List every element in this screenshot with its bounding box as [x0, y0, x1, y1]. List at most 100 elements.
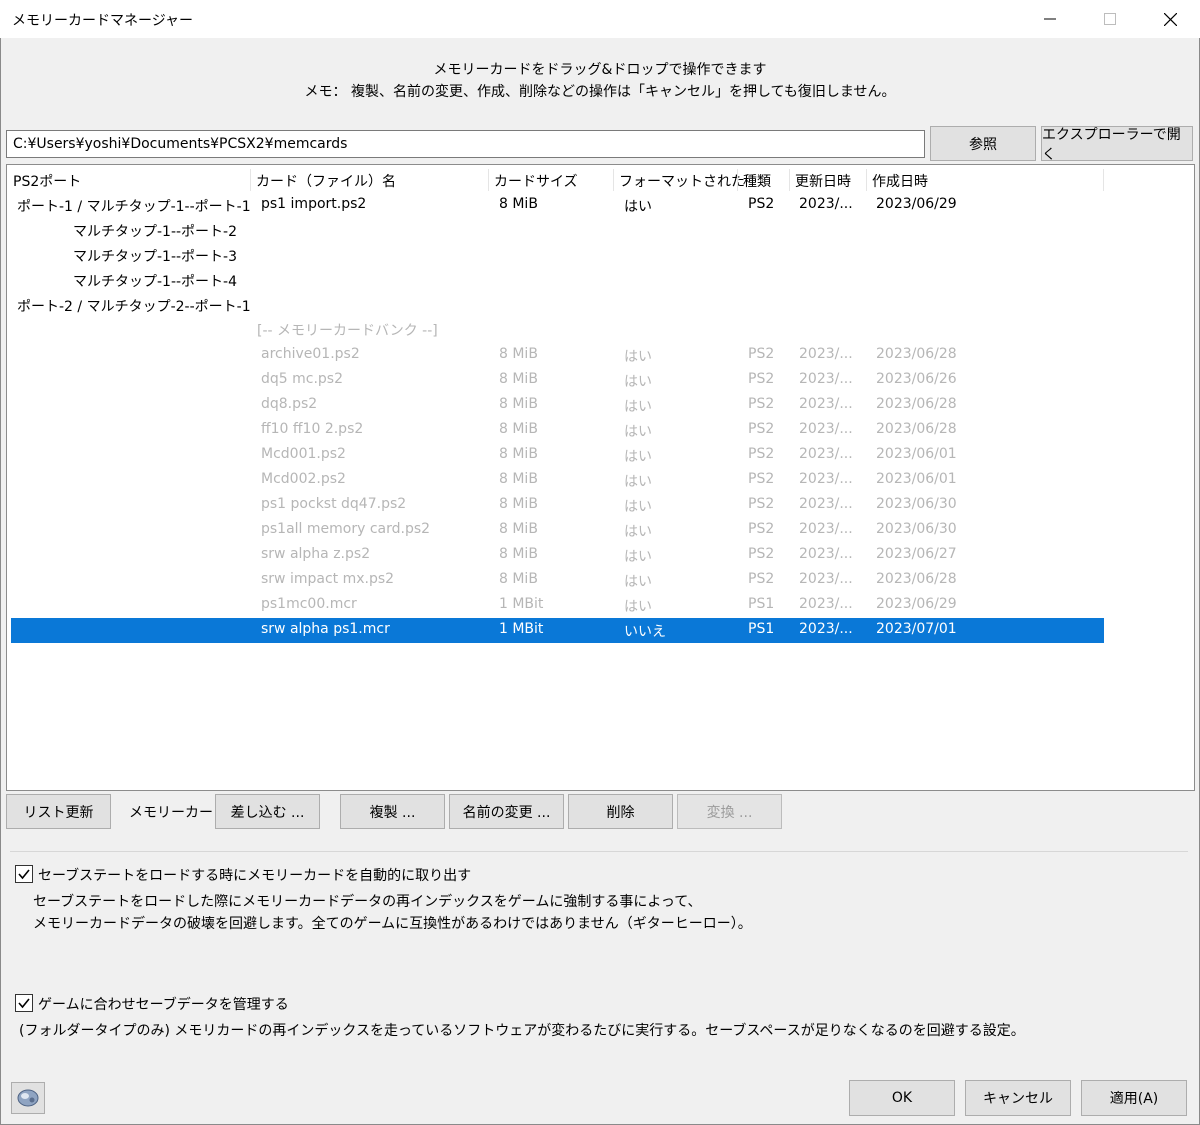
cell-type: PS2	[748, 446, 775, 462]
cell-size: 8 MiB	[499, 471, 538, 487]
cell-name: dq5 mc.ps2	[261, 371, 344, 387]
cell-formatted: はい	[624, 574, 652, 590]
column-header-name[interactable]: カード（ファイル）名	[256, 171, 396, 191]
column-divider[interactable]	[488, 169, 489, 191]
memory-card-list[interactable]: PS2ポート カード（ファイル）名 カードサイズ フォーマットされた 種類 更新…	[6, 164, 1195, 791]
maximize-button	[1080, 0, 1140, 38]
path-input[interactable]	[6, 130, 925, 158]
checkmark-icon	[18, 869, 30, 880]
cell-name: ff10 ff10 2.ps2	[261, 421, 364, 437]
column-divider[interactable]	[613, 169, 614, 191]
cell-created: 2023/06/28	[876, 396, 957, 412]
pcsx2-logo-icon	[17, 1089, 39, 1107]
app-icon-button[interactable]	[11, 1082, 45, 1114]
manage-saves-label[interactable]: ゲームに合わせセーブデータを管理する	[38, 994, 289, 1014]
cell-created: 2023/06/28	[876, 346, 957, 362]
cell-type: PS2	[748, 396, 775, 412]
column-header-formatted[interactable]: フォーマットされた	[619, 171, 745, 191]
cell-size: 8 MiB	[499, 196, 538, 212]
minimize-button[interactable]	[1020, 0, 1080, 38]
close-button[interactable]	[1140, 0, 1200, 38]
refresh-list-button[interactable]: リスト更新	[6, 794, 111, 829]
column-divider[interactable]	[789, 169, 790, 191]
ok-button[interactable]: OK	[849, 1080, 955, 1116]
table-row[interactable]: srw alpha z.ps2 8 MiB はい PS2 2023/... 2023/06…	[11, 543, 1104, 568]
duplicate-button[interactable]: 複製 ...	[340, 794, 445, 829]
port-slot-4[interactable]: マルチタップ-1--ポート-4	[73, 271, 237, 291]
cell-modified: 2023/...	[799, 446, 853, 462]
column-header-created[interactable]: 作成日時	[872, 171, 928, 191]
column-header-modified[interactable]: 更新日時	[795, 171, 851, 191]
column-header-type[interactable]: 種類	[743, 171, 771, 191]
port-slot-2[interactable]: マルチタップ-1--ポート-2	[73, 221, 237, 241]
table-row[interactable]: Mcd002.ps2 8 MiB はい PS2 2023/... 2023/06/01	[11, 468, 1104, 493]
cell-formatted: はい	[624, 199, 652, 215]
table-row[interactable]: ps1 import.ps2 8 MiB はい PS2 2023/... 2023/06/…	[11, 193, 1104, 218]
table-row[interactable]: dq8.ps2 8 MiB はい PS2 2023/... 2023/06/28	[11, 393, 1104, 418]
auto-eject-checkbox[interactable]	[15, 865, 33, 883]
title-bar: メモリーカードマネージャー	[0, 0, 1200, 38]
table-row[interactable]: dq5 mc.ps2 8 MiB はい PS2 2023/... 2023/06/26	[11, 368, 1104, 393]
close-icon	[1163, 12, 1177, 26]
cell-modified: 2023/...	[799, 621, 853, 637]
cell-size: 8 MiB	[499, 446, 538, 462]
apply-button[interactable]: 適用(A)	[1081, 1080, 1187, 1116]
cell-type: PS2	[748, 371, 775, 387]
table-row[interactable]: ps1 pockst dq47.ps2 8 MiB はい PS2 2023/... 202…	[11, 493, 1104, 518]
cell-type: PS2	[748, 496, 775, 512]
table-row[interactable]: srw impact mx.ps2 8 MiB はい PS2 2023/... 2023/…	[11, 568, 1104, 593]
cell-formatted: はい	[624, 424, 652, 440]
cell-created: 2023/06/26	[876, 371, 957, 387]
cell-name: ps1 import.ps2	[261, 196, 367, 212]
cancel-button[interactable]: キャンセル	[965, 1080, 1071, 1116]
table-row[interactable]: ps1all memory card.ps2 8 MiB はい PS2 2023/...…	[11, 518, 1104, 543]
table-row[interactable]: Mcd001.ps2 8 MiB はい PS2 2023/... 2023/06/01	[11, 443, 1104, 468]
cell-size: 8 MiB	[499, 346, 538, 362]
column-header-port[interactable]: PS2ポート	[13, 171, 81, 191]
cell-size: 8 MiB	[499, 421, 538, 437]
convert-button: 変換 ...	[677, 794, 782, 829]
instruction-line-1: メモリーカードをドラッグ&ドロップで操作できます	[433, 62, 767, 78]
rename-button[interactable]: 名前の変更 ...	[449, 794, 564, 829]
cell-size: 8 MiB	[499, 521, 538, 537]
cell-formatted: はい	[624, 349, 652, 365]
cell-created: 2023/06/01	[876, 446, 957, 462]
port-slot-5[interactable]: ポート-2 / マルチタップ-2--ポート-1	[17, 296, 251, 316]
cell-created: 2023/06/27	[876, 546, 957, 562]
cell-formatted: はい	[624, 499, 652, 515]
cell-created: 2023/06/30	[876, 521, 957, 537]
column-divider[interactable]	[1103, 169, 1104, 191]
minimize-icon	[1044, 18, 1056, 20]
cell-created: 2023/06/29	[876, 596, 957, 612]
column-header-size[interactable]: カードサイズ	[494, 171, 578, 191]
cell-size: 1 MBit	[499, 596, 544, 612]
auto-eject-label[interactable]: セーブステートをロードする時にメモリーカードを自動的に取り出す	[38, 865, 471, 885]
column-divider[interactable]	[866, 169, 867, 191]
column-divider[interactable]	[250, 169, 251, 191]
cell-size: 8 MiB	[499, 546, 538, 562]
port-slot-3[interactable]: マルチタップ-1--ポート-3	[73, 246, 237, 266]
delete-button[interactable]: 削除	[568, 794, 673, 829]
open-explorer-button[interactable]: エクスプローラーで開く	[1041, 126, 1193, 163]
cell-name: srw alpha z.ps2	[261, 546, 371, 562]
table-row[interactable]: ff10 ff10 2.ps2 8 MiB はい PS2 2023/... 2023/06…	[11, 418, 1104, 443]
cell-name: Mcd002.ps2	[261, 471, 346, 487]
cell-type: PS2	[748, 196, 775, 212]
table-row[interactable]: ps1mc00.mcr 1 MBit はい PS1 2023/... 2023/06/29	[11, 593, 1104, 618]
cell-modified: 2023/...	[799, 371, 853, 387]
browse-button[interactable]: 参照	[930, 126, 1036, 161]
section-divider	[10, 851, 1188, 852]
insert-button[interactable]: 差し込む ...	[215, 794, 320, 829]
manage-saves-checkbox[interactable]	[15, 994, 33, 1012]
cell-formatted: はい	[624, 374, 652, 390]
cell-formatted: はい	[624, 399, 652, 415]
cell-formatted: はい	[624, 474, 652, 490]
cell-size: 8 MiB	[499, 496, 538, 512]
column-divider[interactable]	[737, 169, 738, 191]
cell-created: 2023/06/28	[876, 571, 957, 587]
table-row[interactable]: srw alpha ps1.mcr 1 MBit いいえ PS1 2023/... 202…	[11, 618, 1104, 643]
table-row[interactable]: archive01.ps2 8 MiB はい PS2 2023/... 2023/06/2…	[11, 343, 1104, 368]
manage-saves-description: (フォルダータイプのみ) メモリカードの再インデックスを走っているソフトウェアが…	[19, 1023, 1025, 1039]
cell-type: PS1	[748, 596, 775, 612]
cell-modified: 2023/...	[799, 521, 853, 537]
